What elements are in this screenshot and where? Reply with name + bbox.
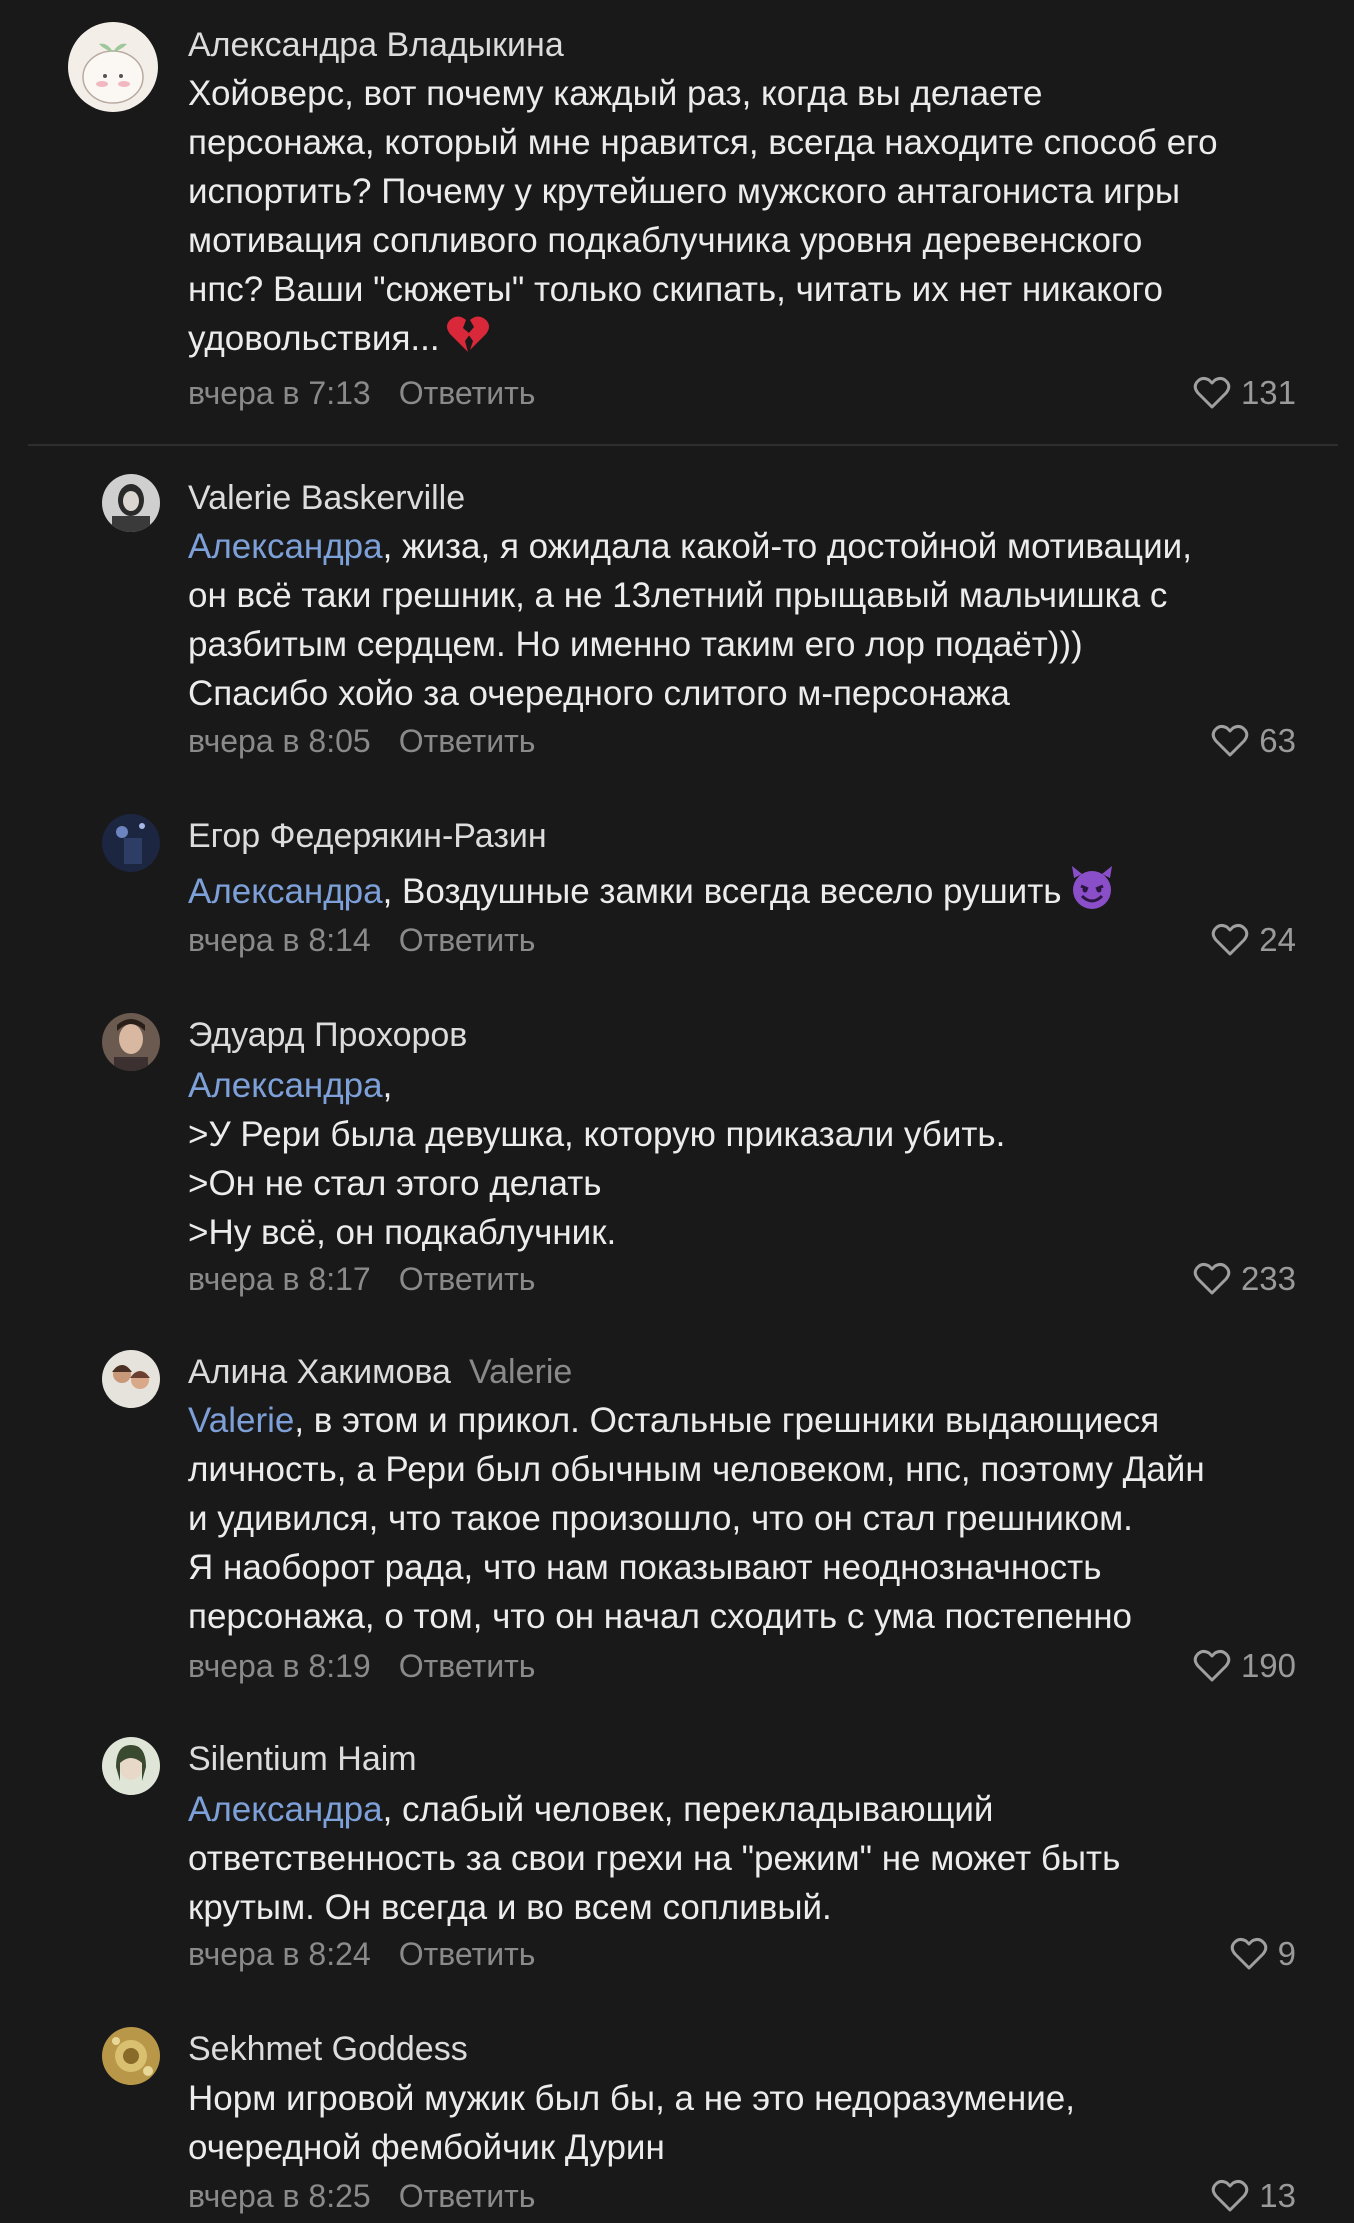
like-count: 9 (1277, 1935, 1296, 1972)
like-button[interactable]: 233 (1193, 1259, 1296, 1299)
comment-meta: вчера в 7:13 Ответить (188, 373, 535, 413)
comment-line: мотивация сопливого подкаблучника уровня… (188, 221, 1143, 260)
avatar[interactable] (102, 1350, 160, 1408)
comment-line: >Он не стал этого делать (188, 1164, 602, 1203)
like-button[interactable]: 190 (1193, 1646, 1296, 1686)
like-button[interactable]: 63 (1211, 721, 1296, 761)
comment-line: испортить? Почему у крутейшего мужского … (188, 172, 1181, 211)
comment-line: >Ну всё, он подкаблучник. (188, 1213, 617, 1252)
author-name[interactable]: Silentium Haim (188, 1738, 417, 1780)
broken-heart-icon (446, 314, 490, 367)
comment-text: Александра, слабый человек, перекладываю… (188, 1785, 1308, 1932)
like-count: 233 (1240, 1260, 1296, 1297)
reply-button[interactable]: Ответить (399, 922, 536, 958)
mention-link[interactable]: Александра (188, 1790, 383, 1829)
comment-line: , (382, 1066, 393, 1105)
heart-icon (1211, 2179, 1249, 2213)
comment-text: Александра, >У Рери была девушка, котору… (188, 1061, 1308, 1257)
avatar[interactable] (102, 474, 160, 532)
timestamp: вчера в 8:24 (188, 1936, 371, 1972)
author-name[interactable]: Valerie Baskerville (188, 477, 465, 519)
reply-to-link[interactable]: Valerie (469, 1353, 572, 1391)
comment-meta: вчера в 8:14 Ответить (188, 920, 535, 960)
reply-button[interactable]: Ответить (399, 375, 536, 411)
comment-text: Хойоверс, вот почему каждый раз, когда в… (188, 69, 1308, 367)
mention-link[interactable]: Александра (188, 872, 383, 911)
comment-meta: вчера в 8:19 Ответить (188, 1646, 535, 1686)
like-count: 63 (1259, 722, 1296, 759)
timestamp: вчера в 8:25 (188, 2178, 371, 2214)
mention-link[interactable]: Valerie (188, 1401, 294, 1440)
avatar[interactable] (102, 2027, 160, 2085)
comment-line: нпс? Ваши "сюжеты" только скипать, читат… (188, 270, 1163, 309)
author-name[interactable]: Александра Владыкина (188, 24, 564, 66)
avatar[interactable] (102, 814, 160, 872)
comment-line: крутым. Он всегда и во всем сопливый. (188, 1888, 832, 1927)
timestamp: вчера в 8:14 (188, 922, 371, 958)
like-button[interactable]: 131 (1193, 373, 1296, 413)
comment-line: >У Рери была девушка, которую приказали … (188, 1115, 1006, 1154)
heart-icon (1230, 1937, 1268, 1971)
comment-line: Я наоборот рада, что нам показывают неод… (188, 1548, 1102, 1587)
comment-line: Спасибо хойо за очередного слитого м-пер… (188, 674, 1010, 713)
comment-line: , жиза, я ожидала какой-то достойной мот… (382, 527, 1192, 566)
timestamp: вчера в 7:13 (188, 375, 371, 411)
avatar[interactable] (68, 22, 158, 112)
comment-line: Норм игровой мужик был бы, а не это недо… (188, 2079, 1075, 2118)
comment-line: , слабый человек, перекладывающий (382, 1790, 994, 1829)
comment-text: Норм игровой мужик был бы, а не это недо… (188, 2074, 1308, 2172)
avatar[interactable] (102, 1013, 160, 1071)
like-count: 24 (1259, 921, 1296, 958)
comment-line: личность, а Рери был обычным человеком, … (188, 1450, 1205, 1489)
like-button[interactable]: 13 (1211, 2176, 1296, 2216)
heart-icon (1193, 1262, 1231, 1296)
reply-button[interactable]: Ответить (399, 2178, 536, 2214)
reply-button[interactable]: Ответить (399, 1936, 536, 1972)
comment-line: очередной фембойчик Дурин (188, 2128, 665, 2167)
reply-button[interactable]: Ответить (399, 1648, 536, 1684)
timestamp: вчера в 8:19 (188, 1648, 371, 1684)
comment-line: Хойоверс, вот почему каждый раз, когда в… (188, 74, 1043, 113)
comment-meta: вчера в 8:25 Ответить (188, 2176, 535, 2216)
timestamp: вчера в 8:05 (188, 723, 371, 759)
reply-button[interactable]: Ответить (399, 1261, 536, 1297)
mention-link[interactable]: Александра (188, 527, 383, 566)
author-name[interactable]: Егор Федерякин-Разин (188, 815, 547, 857)
reply-button[interactable]: Ответить (399, 723, 536, 759)
comment-meta: вчера в 8:05 Ответить (188, 721, 535, 761)
author-name[interactable]: Эдуард Прохоров (188, 1014, 467, 1056)
like-count: 190 (1240, 1647, 1296, 1684)
author-name[interactable]: Sekhmet Goddess (188, 2028, 468, 2070)
like-count: 13 (1259, 2177, 1296, 2214)
comment-line: , в этом и прикол. Остальные грешники вы… (294, 1401, 1160, 1440)
timestamp: вчера в 8:17 (188, 1261, 371, 1297)
comment-line: персонажа, о том, что он начал сходить с… (188, 1597, 1133, 1636)
comment-line: , Воздушные замки всегда весело рушить (382, 871, 1062, 911)
author-name: Алина Хакимова Valerie (188, 1351, 572, 1393)
mention-link[interactable]: Александра (188, 1066, 383, 1105)
comment-text: Александра, жиза, я ожидала какой-то дос… (188, 522, 1308, 718)
author-name-link[interactable]: Алина Хакимова (188, 1353, 451, 1391)
heart-icon (1193, 1649, 1231, 1683)
comment-line: разбитым сердцем. Но именно таким его ло… (188, 625, 1083, 664)
comment-line: ответственность за свои грехи на "режим"… (188, 1839, 1121, 1878)
comment-line: он всё таки грешник, а не 13летний прыща… (188, 576, 1168, 615)
like-button[interactable]: 24 (1211, 920, 1296, 960)
smiling-devil-icon (1068, 864, 1116, 923)
comment-line: персонажа, который мне нравится, всегда … (188, 123, 1218, 162)
comment-line: и удивился, что такое произошло, что он … (188, 1499, 1133, 1538)
heart-icon (1193, 376, 1231, 410)
like-button[interactable]: 9 (1230, 1934, 1296, 1974)
heart-icon (1211, 923, 1249, 957)
avatar[interactable] (102, 1737, 160, 1795)
heart-icon (1211, 724, 1249, 758)
comment-meta: вчера в 8:24 Ответить (188, 1934, 535, 1974)
comment-text: Александра, Воздушные замки всегда весел… (188, 864, 1308, 923)
comment-text: Valerie, в этом и прикол. Остальные греш… (188, 1396, 1308, 1641)
comment-meta: вчера в 8:17 Ответить (188, 1259, 535, 1299)
divider (28, 444, 1338, 446)
comment-line: удовольствия... (188, 319, 440, 358)
like-count: 131 (1240, 374, 1296, 411)
